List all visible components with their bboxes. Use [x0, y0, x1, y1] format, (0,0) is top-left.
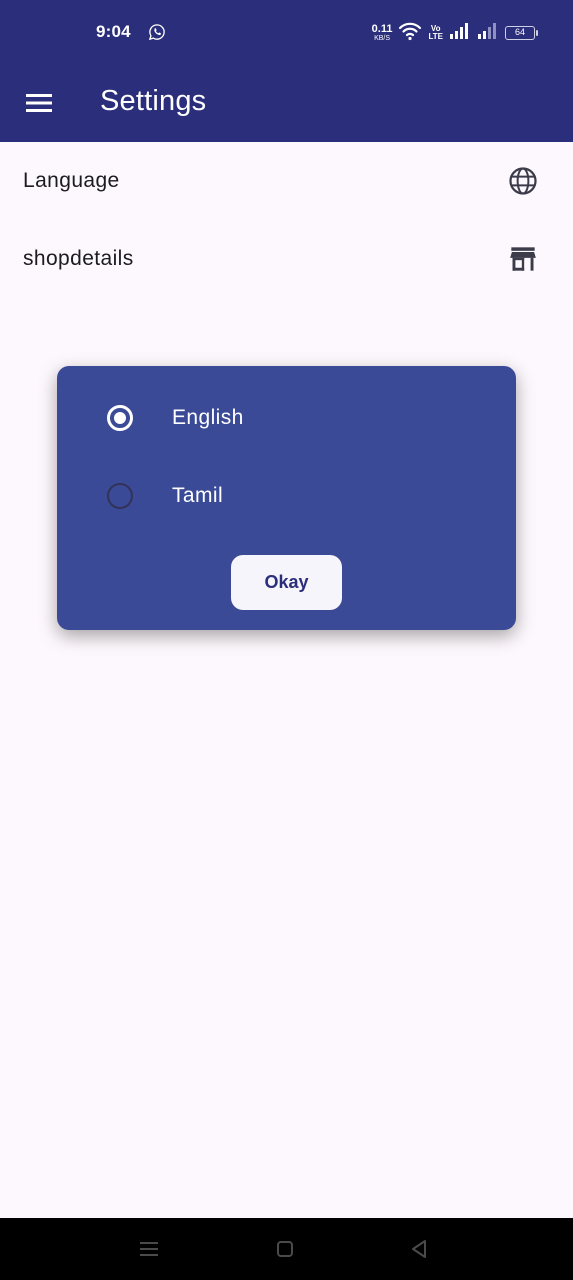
- net-speed-unit: KB/S: [374, 35, 391, 42]
- menu-icon[interactable]: [20, 84, 58, 122]
- language-option-english[interactable]: English: [57, 388, 516, 448]
- language-dialog: English Tamil Okay: [57, 366, 516, 630]
- wifi-icon: [398, 21, 422, 46]
- radio-unchecked-icon[interactable]: [107, 483, 133, 509]
- app-bar: Settings: [0, 64, 573, 142]
- okay-button[interactable]: Okay: [231, 555, 342, 610]
- radio-checked-icon[interactable]: [107, 405, 133, 431]
- net-speed-value: 0.11: [371, 23, 393, 35]
- status-icons: 0.11 KB/S Vo LTE 64: [371, 20, 538, 46]
- signal-icon: [449, 22, 471, 45]
- option-label: Tamil: [172, 484, 224, 507]
- signal-icon-2: [477, 22, 499, 45]
- language-option-tamil[interactable]: Tamil: [57, 466, 516, 526]
- back-icon[interactable]: [407, 1238, 431, 1260]
- status-time: 9:04: [96, 22, 131, 41]
- settings-item-label: shopdetails: [23, 247, 134, 270]
- globe-icon: [507, 165, 539, 197]
- settings-item-shopdetails[interactable]: shopdetails: [0, 220, 573, 298]
- settings-item-language[interactable]: Language: [0, 142, 573, 220]
- volte-indicator: Vo LTE: [428, 25, 443, 41]
- navigation-bar: [0, 1218, 573, 1280]
- status-bar: 9:04 0.11 KB/S Vo LTE 64: [0, 0, 573, 64]
- option-label: English: [172, 406, 244, 429]
- volte-bottom: LTE: [428, 32, 443, 41]
- home-icon[interactable]: [273, 1238, 297, 1260]
- recents-icon[interactable]: [137, 1238, 161, 1260]
- store-icon: [507, 243, 539, 275]
- settings-list: Language shopdetails: [0, 142, 573, 298]
- settings-item-label: Language: [23, 169, 120, 192]
- page-title: Settings: [100, 85, 207, 117]
- battery-indicator: 64: [505, 26, 538, 40]
- net-speed: 0.11 KB/S: [371, 23, 393, 43]
- whatsapp-icon: [148, 23, 166, 41]
